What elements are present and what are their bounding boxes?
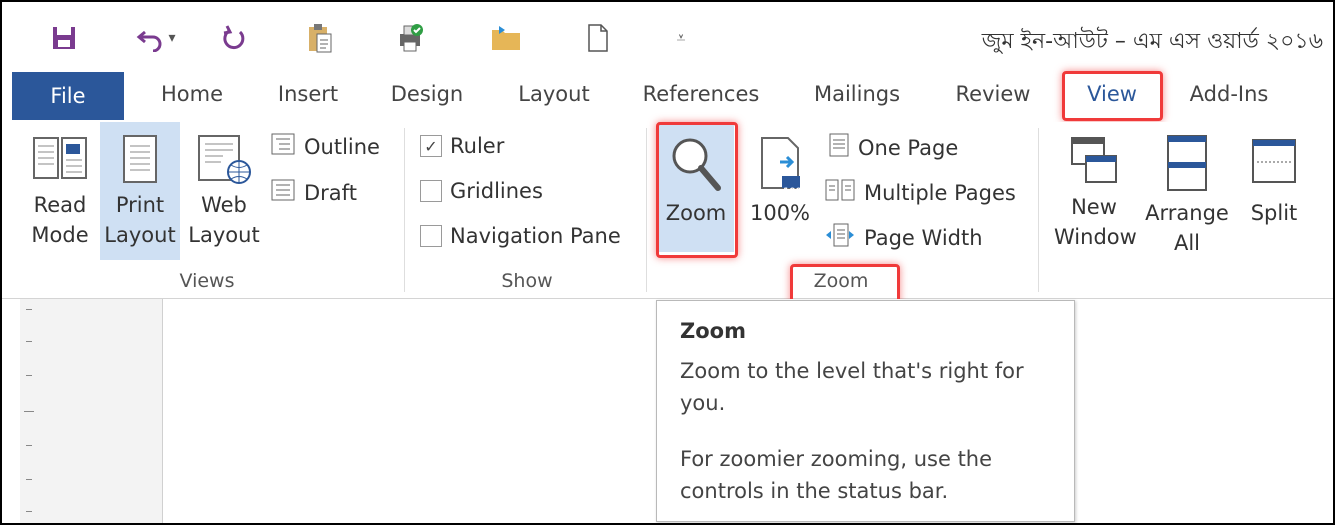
ruler-tick: [26, 309, 32, 310]
navigation-pane-label: Navigation Pane: [450, 224, 621, 248]
gridlines-checkbox[interactable]: Gridlines: [420, 179, 543, 203]
paste-icon[interactable]: [300, 20, 340, 56]
ruler-checkbox[interactable]: ✓ Ruler: [420, 134, 504, 158]
tab-layout[interactable]: Layout: [510, 70, 598, 118]
navigation-pane-check-box: [420, 225, 442, 247]
read-mode-label-1: Read: [33, 193, 87, 217]
group-divider: [646, 128, 647, 292]
ruler-tick: [24, 411, 34, 412]
draft-icon: [270, 178, 296, 207]
read-mode-icon: [30, 132, 90, 186]
tooltip-line-4: controls in the status bar.: [680, 479, 949, 503]
new-window-icon: [1066, 132, 1122, 188]
ruler-tick: [26, 511, 32, 512]
view-tab-highlight: [1062, 71, 1163, 121]
ruler-tick: [26, 375, 32, 376]
tab-file[interactable]: File: [12, 72, 124, 120]
web-layout-label-2: Layout: [188, 223, 260, 247]
tab-mailings[interactable]: Mailings: [806, 70, 908, 118]
tooltip-line-3: For zoomier zooming, use the: [680, 447, 993, 471]
arrange-all-button[interactable]: Arrange All: [1144, 122, 1230, 258]
navigation-pane-checkbox[interactable]: Navigation Pane: [420, 224, 621, 248]
outline-icon: [270, 132, 296, 161]
zoom-tooltip: Zoom Zoom to the level that's right for …: [656, 300, 1075, 522]
vertical-ruler[interactable]: [20, 299, 163, 523]
outline-button[interactable]: Outline: [270, 132, 380, 161]
arrange-all-label-1: Arrange: [1145, 201, 1229, 225]
arrange-all-label-2: All: [1173, 231, 1201, 255]
split-button[interactable]: Split: [1242, 122, 1306, 228]
web-layout-icon: [193, 132, 255, 186]
print-layout-icon: [118, 132, 162, 186]
hundred-badge: 100: [783, 187, 802, 197]
page-width-icon: [824, 222, 856, 253]
hundred-percent-button[interactable]: 100 100%: [746, 122, 814, 228]
one-page-label: One Page: [858, 135, 959, 160]
gridlines-check-box: [420, 180, 442, 202]
ruler-check-icon: ✓: [420, 135, 442, 157]
split-icon: [1249, 132, 1299, 194]
quick-access-toolbar: ▾ ⩡ জুম ইন-আউট – এম এস ওয়ার্ড ২০১৬: [2, 2, 1333, 70]
new-window-button[interactable]: New Window: [1054, 122, 1137, 252]
hundred-percent-label: 100%: [749, 201, 811, 225]
web-layout-button[interactable]: Web Layout: [184, 122, 264, 250]
web-layout-label-1: Web: [201, 193, 247, 217]
outline-label: Outline: [304, 134, 380, 159]
tab-insert[interactable]: Insert: [270, 70, 346, 118]
new-window-label-2: Window: [1054, 225, 1137, 249]
tooltip-line-1: Zoom to the level that's right for: [680, 359, 1024, 383]
multiple-pages-label: Multiple Pages: [864, 180, 1016, 205]
show-group-label: Show: [501, 270, 553, 292]
tooltip-title: Zoom: [680, 319, 746, 343]
read-mode-button[interactable]: Read Mode: [22, 122, 98, 250]
tab-review[interactable]: Review: [948, 70, 1038, 118]
one-page-icon: [828, 132, 850, 163]
group-divider: [404, 128, 405, 292]
tooltip-line-2: you.: [680, 391, 726, 415]
tab-design[interactable]: Design: [384, 70, 470, 118]
tab-references[interactable]: References: [638, 70, 764, 118]
word-window: ▾ ⩡ জুম ইন-আউট – এম এস ওয়ার্ড ২০১৬ File…: [0, 0, 1335, 525]
open-folder-icon[interactable]: [486, 20, 526, 56]
new-window-label-1: New: [1071, 195, 1117, 219]
save-icon[interactable]: [44, 20, 84, 56]
print-layout-button[interactable]: Print Layout: [100, 122, 180, 260]
draft-button[interactable]: Draft: [270, 178, 357, 207]
ruler-label: Ruler: [450, 134, 505, 158]
ribbon: Read Mode Print Layout Web Layout Outlin…: [2, 122, 1333, 306]
undo-dropdown-icon[interactable]: ▾: [162, 20, 182, 56]
window-title: জুম ইন-আউট – এম এস ওয়ার্ড ২০১৬: [981, 29, 1323, 54]
new-document-icon[interactable]: [578, 20, 618, 56]
ruler-tick: [26, 445, 32, 446]
views-group-label: Views: [179, 270, 235, 292]
ruler-tick: [26, 341, 32, 342]
arrange-all-icon: [1164, 132, 1210, 194]
print-layout-label-1: Print: [115, 193, 165, 217]
draft-label: Draft: [304, 180, 357, 205]
gridlines-label: Gridlines: [450, 179, 543, 203]
split-label: Split: [1250, 201, 1298, 225]
print-preview-icon[interactable]: [390, 20, 430, 56]
read-mode-label-2: Mode: [31, 223, 89, 247]
redo-icon[interactable]: [214, 20, 254, 56]
zoom-button-highlight: [656, 122, 738, 258]
print-layout-label-2: Layout: [104, 223, 176, 247]
multiple-pages-icon: [824, 178, 856, 207]
tab-add-ins[interactable]: Add-Ins: [1180, 70, 1278, 118]
ruler-tick: [26, 479, 32, 480]
multiple-pages-button[interactable]: Multiple Pages: [824, 178, 1016, 207]
hundred-percent-icon: 100: [756, 132, 804, 197]
page-width-label: Page Width: [864, 225, 983, 250]
group-divider: [1038, 128, 1039, 292]
customize-qat-icon[interactable]: ⩡: [666, 20, 696, 56]
tab-home[interactable]: Home: [152, 70, 232, 118]
page-width-button[interactable]: Page Width: [824, 222, 983, 253]
one-page-button[interactable]: One Page: [828, 132, 958, 163]
